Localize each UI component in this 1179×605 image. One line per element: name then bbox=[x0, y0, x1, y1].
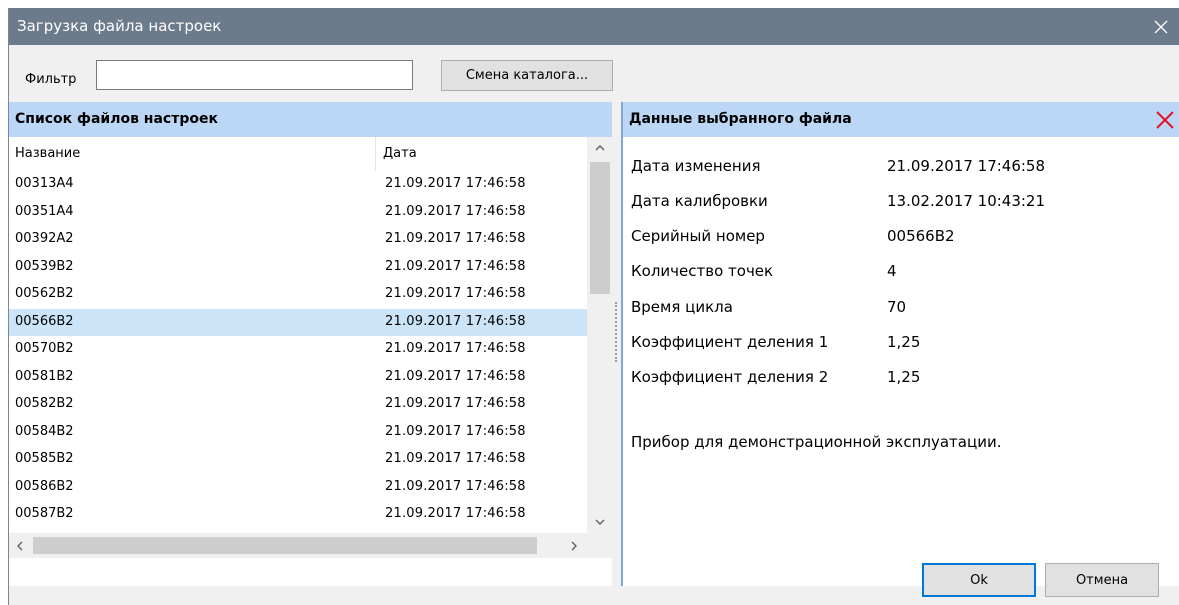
file-name-cell: 00351A4 bbox=[15, 203, 74, 219]
file-name-cell: 00586B2 bbox=[15, 478, 74, 494]
table-row[interactable]: 00586B2 21.09.2017 17:46:58 bbox=[9, 474, 587, 502]
file-date-cell: 21.09.2017 17:46:58 bbox=[385, 478, 526, 494]
scroll-up-icon[interactable] bbox=[587, 137, 612, 159]
detail-label: Коэффициент деления 2 bbox=[631, 368, 829, 386]
detail-value: 00566B2 bbox=[887, 227, 955, 245]
device-note: Прибор для демонстрационной эксплуатации… bbox=[631, 433, 1002, 451]
file-name-cell: 00570B2 bbox=[15, 341, 74, 356]
file-date-cell: 21.09.2017 17:46:58 bbox=[385, 286, 526, 301]
window-title: Загрузка файла настроек bbox=[17, 17, 222, 35]
file-list-panel: Список файлов настроек Название Дата 003… bbox=[9, 102, 612, 586]
filter-label: Фильтр bbox=[25, 72, 77, 87]
table-row[interactable]: 00351A4 21.09.2017 17:46:58 bbox=[9, 199, 587, 227]
title-bar: Загрузка файла настроек bbox=[9, 8, 1179, 45]
file-name-cell: 00587B2 bbox=[15, 506, 74, 521]
file-date-cell: 21.09.2017 17:46:58 bbox=[385, 368, 526, 384]
file-date-cell: 21.09.2017 17:46:58 bbox=[385, 203, 526, 219]
file-date-cell: 21.09.2017 17:46:58 bbox=[385, 451, 526, 466]
table-row[interactable]: 00313A4 21.09.2017 17:46:58 bbox=[9, 171, 587, 199]
ok-button[interactable]: Ok bbox=[922, 563, 1036, 597]
file-date-cell: 21.09.2017 17:46:58 bbox=[385, 423, 526, 439]
clear-details-button[interactable] bbox=[1150, 102, 1179, 137]
file-details-header: Данные выбранного файла bbox=[623, 102, 1179, 137]
scroll-right-icon[interactable] bbox=[563, 533, 585, 558]
file-name-cell: 00585B2 bbox=[15, 451, 74, 466]
file-list-header: Список файлов настроек bbox=[9, 102, 612, 137]
table-row[interactable]: 00562B2 21.09.2017 17:46:58 bbox=[9, 281, 587, 309]
file-name-cell: 00566B2 bbox=[15, 313, 74, 329]
detail-value: 4 bbox=[887, 262, 897, 280]
table-row[interactable]: 00570B2 21.09.2017 17:46:58 bbox=[9, 336, 587, 364]
file-name-cell: 00539B2 bbox=[15, 258, 74, 274]
table-row[interactable]: 00582B2 21.09.2017 17:46:58 bbox=[9, 391, 587, 419]
filter-input[interactable] bbox=[96, 60, 413, 90]
file-details-panel: Данные выбранного файла Дата изменения 21… bbox=[621, 102, 1179, 586]
table-row[interactable]: 00392A2 21.09.2017 17:46:58 bbox=[9, 226, 587, 254]
file-list-column-headers: Название Дата bbox=[9, 137, 587, 171]
file-name-cell: 00562B2 bbox=[15, 286, 74, 301]
file-name-cell: 00313A4 bbox=[15, 176, 74, 191]
file-date-cell: 21.09.2017 17:46:58 bbox=[385, 396, 526, 411]
detail-label: Серийный номер bbox=[631, 227, 765, 245]
scroll-down-icon[interactable] bbox=[587, 511, 612, 533]
cancel-button[interactable]: Отмена bbox=[1045, 563, 1159, 597]
file-date-cell: 21.09.2017 17:46:58 bbox=[385, 258, 526, 274]
detail-label: Коэффициент деления 1 bbox=[631, 333, 829, 351]
change-directory-button[interactable]: Смена каталога... bbox=[441, 60, 613, 91]
file-date-cell: 21.09.2017 17:46:58 bbox=[385, 313, 526, 329]
horizontal-scrollbar[interactable] bbox=[9, 533, 587, 558]
file-name-cell: 00582B2 bbox=[15, 396, 74, 411]
detail-value: 1,25 bbox=[887, 368, 921, 386]
vertical-scrollbar[interactable] bbox=[587, 137, 612, 533]
detail-label: Время цикла bbox=[631, 298, 733, 316]
table-row[interactable]: 00587B2 21.09.2017 17:46:58 bbox=[9, 501, 587, 529]
file-date-cell: 21.09.2017 17:46:58 bbox=[385, 506, 526, 521]
splitter-grip-icon bbox=[615, 302, 617, 362]
file-name-cell: 00581B2 bbox=[15, 368, 74, 384]
column-header-date[interactable]: Дата bbox=[377, 137, 587, 171]
detail-value: 70 bbox=[887, 298, 907, 316]
file-date-cell: 21.09.2017 17:46:58 bbox=[385, 231, 526, 246]
panel-splitter[interactable] bbox=[612, 102, 621, 586]
file-date-cell: 21.09.2017 17:46:58 bbox=[385, 341, 526, 356]
file-name-cell: 00392A2 bbox=[15, 231, 74, 246]
detail-label: Дата калибровки bbox=[631, 192, 768, 210]
file-list: 00313A4 21.09.2017 17:46:58 00351A4 21.09.2… bbox=[9, 171, 587, 532]
table-row[interactable]: 00581B2 21.09.2017 17:46:58 bbox=[9, 364, 587, 392]
detail-value: 1,25 bbox=[887, 333, 921, 351]
detail-value: 21.09.2017 17:46:58 bbox=[887, 157, 1046, 175]
table-row[interactable]: 00566B2 21.09.2017 17:46:58 bbox=[9, 308, 587, 336]
file-name-cell: 00584B2 bbox=[15, 423, 74, 439]
table-row[interactable]: 00584B2 21.09.2017 17:46:58 bbox=[9, 419, 587, 447]
table-row[interactable]: 00585B2 21.09.2017 17:46:58 bbox=[9, 446, 587, 474]
horizontal-scroll-thumb[interactable] bbox=[33, 537, 537, 554]
detail-label: Количество точек bbox=[631, 262, 774, 280]
close-icon bbox=[1154, 20, 1168, 33]
file-date-cell: 21.09.2017 17:46:58 bbox=[385, 176, 526, 191]
detail-value: 13.02.2017 10:43:21 bbox=[887, 192, 1046, 210]
red-close-icon bbox=[1156, 110, 1174, 129]
detail-label: Дата изменения bbox=[631, 157, 761, 175]
scroll-left-icon[interactable] bbox=[9, 533, 31, 558]
column-header-name[interactable]: Название bbox=[9, 137, 376, 171]
vertical-scroll-thumb[interactable] bbox=[590, 162, 610, 294]
window-close-button[interactable] bbox=[1142, 8, 1179, 45]
filter-bar: Фильтр Смена каталога... bbox=[9, 45, 1179, 102]
settings-load-dialog: Загрузка файла настроек Фильтр Смена кат… bbox=[8, 8, 1179, 605]
scrollbar-corner bbox=[587, 533, 612, 558]
table-row[interactable]: 00539B2 21.09.2017 17:46:58 bbox=[9, 254, 587, 282]
